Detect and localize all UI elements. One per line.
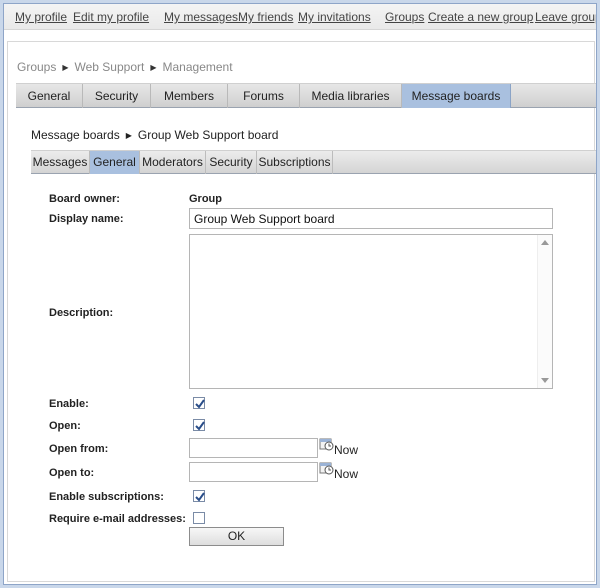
- open-to-now-link[interactable]: Now: [334, 467, 358, 481]
- checkmark-icon: [195, 399, 205, 409]
- page-frame: My profile Edit my profile My messages M…: [3, 3, 597, 585]
- display-name-input[interactable]: [189, 208, 553, 229]
- tab-message-boards[interactable]: Message boards: [402, 84, 511, 108]
- tab-security[interactable]: Security: [83, 84, 151, 108]
- chevron-right-icon: ▶: [150, 63, 157, 72]
- ok-button[interactable]: OK: [189, 527, 284, 546]
- nav-groups[interactable]: Groups: [385, 10, 424, 24]
- calendar-icon[interactable]: [319, 461, 334, 475]
- tab-forums[interactable]: Forums: [228, 84, 300, 108]
- tab-media-libraries[interactable]: Media libraries: [300, 84, 402, 108]
- nav-create-new-group[interactable]: Create a new group: [428, 10, 533, 24]
- nav-leave-group[interactable]: Leave group: [535, 10, 596, 24]
- enable-checkbox[interactable]: [193, 397, 205, 409]
- tab-board-general[interactable]: General: [90, 151, 140, 174]
- nav-my-profile[interactable]: My profile: [15, 10, 67, 24]
- tab-board-security[interactable]: Security: [206, 151, 257, 174]
- enable-subscriptions-checkbox[interactable]: [193, 490, 205, 502]
- board-owner-label: Board owner:: [49, 193, 120, 205]
- open-label: Open:: [49, 420, 81, 432]
- checkmark-icon: [195, 421, 205, 431]
- management-panel: Groups ▶ Web Support ▶ Management General Se…: [7, 41, 596, 582]
- chevron-right-icon: ▶: [62, 63, 69, 72]
- chevron-right-icon: ▶: [125, 131, 132, 140]
- board-breadcrumb: Message boards ▶ Group Web Support board: [31, 128, 278, 142]
- breadcrumb-message-boards[interactable]: Message boards: [31, 128, 120, 142]
- scroll-down-icon[interactable]: [541, 378, 549, 383]
- nav-my-friends[interactable]: My friends: [238, 10, 293, 24]
- open-to-input[interactable]: [189, 462, 318, 482]
- scroll-up-icon[interactable]: [541, 240, 549, 245]
- display-name-label: Display name:: [49, 213, 124, 225]
- top-navigation: My profile Edit my profile My messages M…: [4, 4, 596, 30]
- open-from-now-link[interactable]: Now: [334, 443, 358, 457]
- tab-general[interactable]: General: [16, 84, 83, 108]
- open-checkbox[interactable]: [193, 419, 205, 431]
- breadcrumb-board-name: Group Web Support board: [137, 128, 279, 142]
- nav-my-invitations[interactable]: My invitations: [298, 10, 371, 24]
- breadcrumb-management: Management: [162, 60, 233, 74]
- breadcrumb-web-support[interactable]: Web Support: [75, 60, 145, 74]
- nav-my-messages[interactable]: My messages: [164, 10, 238, 24]
- calendar-icon[interactable]: [319, 437, 334, 451]
- tab-moderators[interactable]: Moderators: [140, 151, 206, 174]
- nav-edit-my-profile[interactable]: Edit my profile: [73, 10, 149, 24]
- checkmark-icon: [195, 492, 205, 502]
- open-to-label: Open to:: [49, 467, 95, 479]
- description-textarea[interactable]: [189, 234, 553, 389]
- tab-members[interactable]: Members: [151, 84, 228, 108]
- enable-label: Enable:: [49, 398, 89, 410]
- group-management-tabs: General Security Members Forums Media li…: [16, 83, 596, 108]
- tab-messages[interactable]: Messages: [31, 151, 90, 174]
- require-email-checkbox[interactable]: [193, 512, 205, 524]
- board-tabs: Messages General Moderators Security Sub…: [31, 150, 596, 174]
- breadcrumb-groups[interactable]: Groups: [17, 60, 56, 74]
- description-label: Description:: [49, 307, 114, 319]
- textarea-scrollbar[interactable]: [537, 235, 552, 388]
- breadcrumb: Groups ▶ Web Support ▶ Management: [17, 60, 233, 74]
- require-email-label: Require e-mail addresses:: [49, 513, 186, 525]
- open-from-input[interactable]: [189, 438, 318, 458]
- enable-subscriptions-label: Enable subscriptions:: [49, 491, 164, 503]
- open-from-label: Open from:: [49, 443, 109, 455]
- tab-subscriptions[interactable]: Subscriptions: [257, 151, 333, 174]
- board-owner-value: Group: [189, 193, 222, 205]
